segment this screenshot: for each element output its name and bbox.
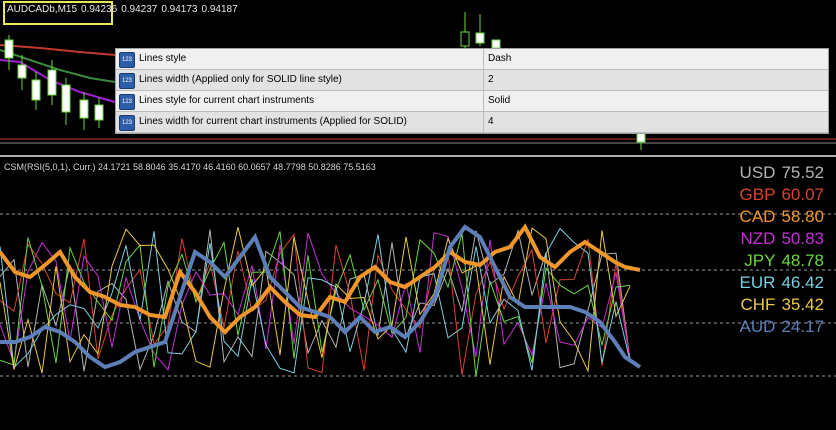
ohlc-close: 0.94187 bbox=[201, 4, 238, 15]
legend-eur: EUR 46.42 bbox=[716, 272, 836, 294]
currency-value: 50.83 bbox=[781, 229, 824, 248]
currency-line-aud bbox=[0, 224, 642, 370]
moving-average-line bbox=[0, 44, 116, 56]
candle-body bbox=[61, 84, 71, 113]
property-value[interactable]: Dash bbox=[484, 49, 828, 69]
properties-table: 123 Lines style Dash 123 Lines width (Ap… bbox=[115, 48, 829, 134]
ohlc-high: 0.94237 bbox=[121, 4, 158, 15]
ohlc-low: 0.94173 bbox=[161, 4, 198, 15]
currency-name: GBP bbox=[739, 185, 776, 204]
legend-aud: AUD 24.17 bbox=[716, 316, 836, 338]
moving-average-line bbox=[0, 59, 116, 103]
currency-legend: USD 75.52 GBP 60.07 CAD 58.80 NZD 50.83 JPY 4… bbox=[716, 162, 836, 338]
symbol-info: AUDCADb,M15 0.94236 0.94237 0.94173 0.94187 bbox=[7, 4, 242, 15]
property-name: Lines style bbox=[139, 49, 484, 69]
candle-body bbox=[475, 32, 485, 44]
currency-value: 75.52 bbox=[781, 163, 824, 182]
currency-value: 60.07 bbox=[781, 185, 824, 204]
number-param-icon: 123 bbox=[119, 94, 135, 110]
property-row-lines-style[interactable]: 123 Lines style Dash bbox=[116, 49, 828, 70]
currency-strength-plot bbox=[0, 213, 836, 377]
property-row-current-style[interactable]: 123 Lines style for current chart instru… bbox=[116, 91, 828, 112]
currency-value: 35.42 bbox=[781, 295, 824, 314]
indicator-label: CSM(RSI(5,0,1), Curr.) 24.1721 58.8046 3… bbox=[4, 162, 376, 172]
legend-cad: CAD 58.80 bbox=[716, 206, 836, 228]
legend-jpy: JPY 48.78 bbox=[716, 250, 836, 272]
candle-body bbox=[460, 31, 470, 47]
candle-body bbox=[17, 64, 27, 79]
candle-body bbox=[94, 104, 104, 121]
legend-chf: CHF 35.42 bbox=[716, 294, 836, 316]
currency-name: USD bbox=[739, 163, 776, 182]
currency-name: CAD bbox=[739, 207, 776, 226]
currency-name: NZD bbox=[740, 229, 776, 248]
legend-gbp: GBP 60.07 bbox=[716, 184, 836, 206]
currency-value: 48.78 bbox=[781, 251, 824, 270]
number-param-icon: 123 bbox=[119, 73, 135, 89]
candle-body bbox=[491, 39, 501, 49]
ohlc-open: 0.94236 bbox=[81, 4, 118, 15]
currency-name: EUR bbox=[739, 273, 776, 292]
number-param-icon: 123 bbox=[119, 115, 135, 131]
currency-name: CHF bbox=[740, 295, 776, 314]
currency-value: 58.80 bbox=[781, 207, 824, 226]
candle-body bbox=[4, 39, 14, 59]
property-value[interactable]: 4 bbox=[484, 112, 828, 132]
candle-body bbox=[47, 69, 57, 96]
symbol-name: AUDCADb,M15 bbox=[7, 4, 78, 15]
currency-name: JPY bbox=[744, 251, 776, 270]
legend-nzd: NZD 50.83 bbox=[716, 228, 836, 250]
currency-name: AUD bbox=[739, 317, 776, 336]
number-param-icon: 123 bbox=[119, 52, 135, 68]
property-name: Lines style for current chart instrument… bbox=[139, 91, 484, 111]
property-row-lines-width[interactable]: 123 Lines width (Applied only for SOLID … bbox=[116, 70, 828, 91]
main-price-chart[interactable]: AUDCADb,M15 0.94236 0.94237 0.94173 0.94187 … bbox=[0, 0, 836, 155]
property-name: Lines width (Applied only for SOLID line… bbox=[139, 70, 484, 90]
candle-body bbox=[79, 99, 89, 119]
legend-usd: USD 75.52 bbox=[716, 162, 836, 184]
property-value[interactable]: 2 bbox=[484, 70, 828, 90]
moving-average-line bbox=[0, 49, 116, 83]
indicator-subwindow[interactable]: CSM(RSI(5,0,1), Curr.) 24.1721 58.8046 3… bbox=[0, 157, 836, 430]
property-row-current-width[interactable]: 123 Lines width for current chart instru… bbox=[116, 112, 828, 133]
property-name: Lines width for current chart instrument… bbox=[139, 112, 484, 132]
property-value[interactable]: Solid bbox=[484, 91, 828, 111]
currency-value: 24.17 bbox=[781, 317, 824, 336]
currency-value: 46.42 bbox=[781, 273, 824, 292]
candle-body bbox=[31, 79, 41, 101]
